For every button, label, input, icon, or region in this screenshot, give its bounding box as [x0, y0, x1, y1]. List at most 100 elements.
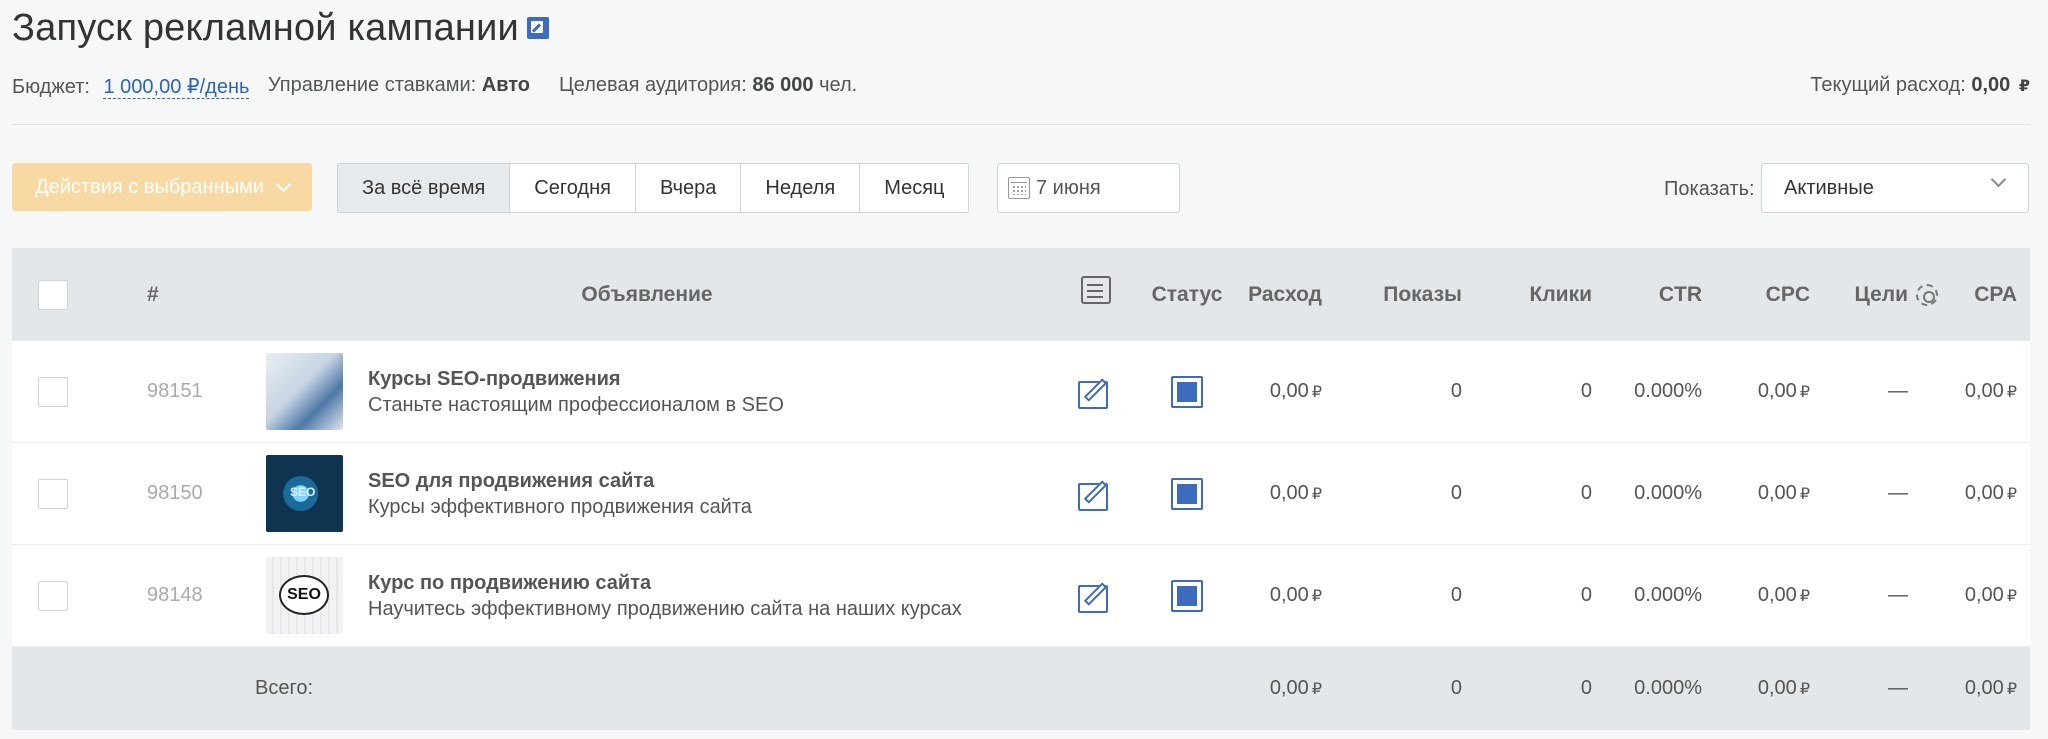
- col-spend[interactable]: Расход: [1212, 248, 1322, 341]
- divider: [12, 124, 2030, 125]
- total-spend: 0,00: [1269, 677, 1309, 699]
- total-spend-cell: 0,00 ₽: [1212, 647, 1322, 730]
- cpc: 0,00: [1757, 380, 1797, 402]
- currency-sign: ₽: [1311, 680, 1322, 698]
- period-tabs: За всё время Сегодня Вчера Неделя Месяц: [337, 163, 970, 213]
- col-impressions[interactable]: Показы: [1352, 248, 1462, 341]
- current-spend: Текущий расход: 0,00 ₽: [1810, 74, 2030, 97]
- total-clicks: 0: [1580, 677, 1592, 699]
- total-goals: —: [1888, 677, 1908, 699]
- show-filter-select[interactable]: Активные: [1761, 163, 2029, 213]
- ad-description: Станьте настоящим профессионалом в SEO: [368, 393, 784, 416]
- ctr: 0.000%: [1634, 584, 1702, 606]
- table-row: 98151 Курсы SEO-продвижения Станьте наст…: [12, 341, 2030, 443]
- ad-text: SEO для продвижения сайта Курсы эффектив…: [368, 443, 752, 544]
- currency-sign: ₽: [1799, 587, 1810, 605]
- ad-thumbnail: SEO: [266, 455, 343, 532]
- spend: 0,00: [1269, 380, 1309, 402]
- edit-icon[interactable]: [1078, 375, 1114, 409]
- status-toggle-icon[interactable]: [1171, 579, 1203, 612]
- select-all-checkbox[interactable]: [38, 279, 68, 310]
- ad-text: Курсы SEO-продвижения Станьте настоящим …: [368, 341, 784, 442]
- ad-thumbnail-cell: SEO: [266, 443, 343, 544]
- col-cpa[interactable]: CPA: [1942, 248, 2017, 341]
- edit-icon[interactable]: [1078, 579, 1114, 613]
- table-totals: Всего: 0,00 ₽ 0 0 0.000% 0,00 ₽ — 0,00 ₽: [12, 647, 2030, 730]
- currency-sign: ₽: [2006, 587, 2017, 605]
- chevron-down-icon: [1990, 171, 2007, 188]
- spend-cell: 0,00 ₽: [1212, 545, 1322, 646]
- list-icon: [1081, 276, 1111, 304]
- ad-title[interactable]: Курсы SEO-продвижения: [368, 366, 621, 392]
- chevron-down-icon: [275, 176, 292, 192]
- status-toggle-icon[interactable]: [1171, 375, 1203, 408]
- thumbnail-text: SEO: [290, 485, 316, 499]
- spend-label: Текущий расход:: [1810, 74, 1966, 96]
- edit-title-icon[interactable]: [526, 17, 549, 39]
- cpc: 0,00: [1757, 584, 1797, 606]
- impressions: 0: [1450, 584, 1462, 606]
- ad-title[interactable]: SEO для продвижения сайта: [368, 468, 654, 494]
- cpa: 0,00: [1964, 380, 2004, 402]
- col-cpc[interactable]: CPC: [1712, 248, 1810, 341]
- cpa: 0,00: [1964, 584, 2004, 606]
- edit-cell: [1064, 545, 1128, 646]
- date-value: 7 июня: [1036, 176, 1101, 199]
- calendar-icon: [1008, 177, 1030, 199]
- bulk-actions-button[interactable]: Действия с выбранными: [12, 163, 312, 211]
- page-title: Запуск рекламной кампании: [12, 6, 519, 49]
- ad-description: Научитесь эффективному продвижению сайта…: [368, 597, 962, 620]
- ad-text: Курс по продвижению сайта Научитесь эффе…: [368, 545, 962, 646]
- currency-sign: ₽: [1799, 485, 1810, 503]
- period-tab-yesterday[interactable]: Вчера: [636, 164, 742, 212]
- audience-unit: чел.: [819, 74, 858, 96]
- ad-title[interactable]: Курс по продвижению сайта: [368, 570, 651, 596]
- col-goals[interactable]: Цели: [1812, 248, 1938, 341]
- ad-description: Курсы эффективного продвижения сайта: [368, 495, 752, 518]
- currency-sign: ₽: [2006, 485, 2017, 503]
- row-checkbox[interactable]: [38, 376, 68, 407]
- bulk-actions-label: Действия с выбранными: [35, 175, 264, 198]
- col-num: #: [147, 282, 159, 306]
- ctr: 0.000%: [1634, 380, 1702, 402]
- bid-label: Управление ставками:: [268, 74, 477, 96]
- ad-thumbnail: [266, 353, 343, 430]
- currency-sign: ₽: [1311, 383, 1322, 401]
- date-picker[interactable]: 7 июня: [997, 163, 1180, 213]
- period-tab-all-time[interactable]: За всё время: [338, 164, 511, 212]
- period-tab-week[interactable]: Неделя: [741, 164, 861, 212]
- row-checkbox-cell: [38, 443, 68, 544]
- spend: 0,00: [1269, 584, 1309, 606]
- period-tab-today[interactable]: Сегодня: [510, 164, 636, 212]
- total-cpc-cell: 0,00 ₽: [1712, 647, 1810, 730]
- audience-info: Целевая аудитория: 86 000 чел.: [559, 74, 857, 97]
- period-tab-month[interactable]: Месяц: [860, 164, 968, 212]
- edit-icon[interactable]: [1078, 477, 1114, 511]
- select-all-cell: [38, 248, 68, 341]
- ad-id: 98151: [147, 380, 203, 402]
- currency-sign: ₽: [2018, 78, 2030, 95]
- gear-icon[interactable]: [1916, 283, 1938, 306]
- ad-thumbnail-cell: SEO: [266, 545, 343, 646]
- campaign-meta: Бюджет: 1 000,00 ₽/день Управление ставк…: [12, 74, 2030, 102]
- row-checkbox[interactable]: [38, 478, 68, 509]
- col-ad[interactable]: Объявление: [572, 248, 722, 341]
- cpc-cell: 0,00 ₽: [1712, 443, 1810, 544]
- goals: —: [1888, 380, 1908, 402]
- status-toggle-icon[interactable]: [1171, 477, 1203, 510]
- col-ctr[interactable]: CTR: [1602, 248, 1702, 341]
- clicks: 0: [1580, 584, 1592, 606]
- goals: —: [1888, 584, 1908, 606]
- total-cpa: 0,00: [1964, 677, 2004, 699]
- col-preview[interactable]: [1064, 248, 1128, 341]
- budget-link[interactable]: 1 000,00 ₽/день: [103, 76, 250, 99]
- currency-sign: ₽: [1799, 680, 1810, 698]
- col-clicks[interactable]: Клики: [1492, 248, 1593, 341]
- show-filter-label: Показать:: [1664, 178, 1755, 200]
- row-checkbox[interactable]: [38, 580, 68, 611]
- total-ctr: 0.000%: [1634, 677, 1702, 699]
- total-cpa-cell: 0,00 ₽: [1942, 647, 2017, 730]
- audience-value: 86 000: [752, 74, 814, 96]
- edit-cell: [1064, 341, 1128, 442]
- row-checkbox-cell: [38, 341, 68, 442]
